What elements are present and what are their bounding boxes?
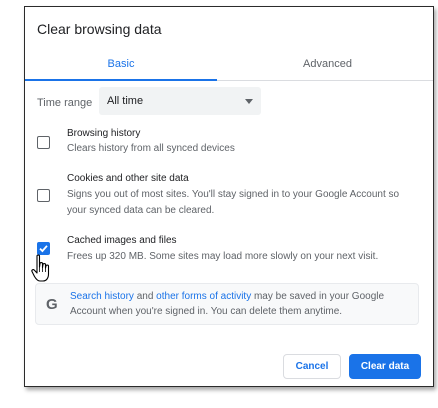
active-tab-indicator [25,79,217,81]
check-icon [39,245,48,253]
browsing-history-description: Clears history from all synced devices [67,143,235,154]
cached-images-description: Frees up 320 MB. Some sites may load mor… [67,251,379,262]
browsing-history-title: Browsing history [67,128,141,139]
dialog-title: Clear browsing data [37,21,162,37]
tab-advanced[interactable]: Advanced [230,47,425,81]
info-text: Search history and other forms of activi… [70,289,410,319]
hand-pointer-icon [31,254,50,282]
browsing-history-checkbox[interactable] [37,136,50,149]
info-and-text: and [133,291,157,302]
search-history-link[interactable]: Search history [70,291,134,302]
tab-basic[interactable]: Basic [25,47,217,81]
google-account-info-box: G Search history and other forms of acti… [35,283,419,325]
clear-data-button[interactable]: Clear data [349,354,421,379]
time-range-select[interactable]: All time [99,87,261,115]
google-g-icon: G [46,296,58,313]
time-range-value: All time [107,95,144,107]
time-range-label: Time range [37,97,93,109]
cancel-button[interactable]: Cancel [283,354,341,379]
clear-browsing-data-dialog: Clear browsing data Basic Advanced Time … [24,6,434,387]
caret-down-icon [245,99,253,104]
cookies-checkbox[interactable] [37,189,50,202]
cached-images-title: Cached images and files [67,235,177,246]
other-activity-link[interactable]: other forms of activity [156,291,251,302]
cookies-title: Cookies and other site data [67,173,189,184]
tab-bar: Basic Advanced [25,47,433,81]
cookies-description-line2: your synced data can be cleared. [67,205,215,216]
cookies-description-line1: Signs you out of most sites. You'll stay… [67,189,400,200]
